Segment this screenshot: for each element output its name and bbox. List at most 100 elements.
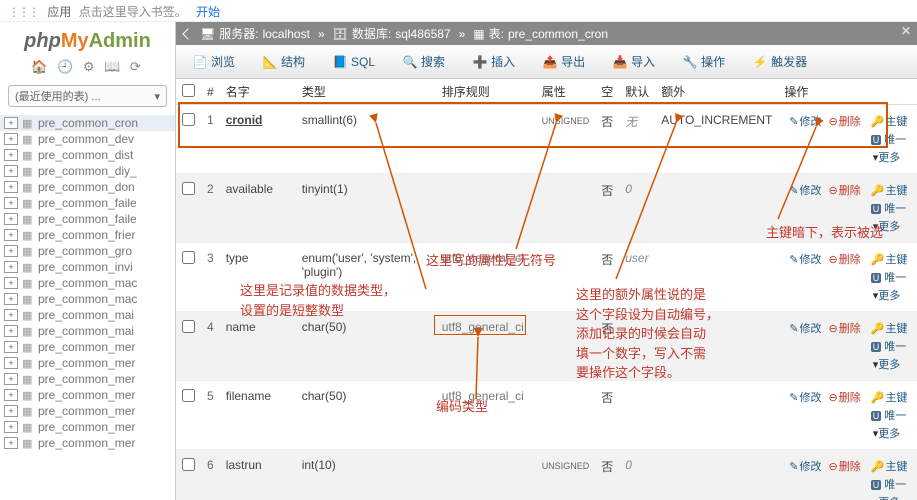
tree-item[interactable]: +▦pre_common_mac	[0, 291, 175, 307]
more-action[interactable]: ▾更多	[871, 428, 901, 440]
col-null[interactable]: 空	[595, 79, 619, 105]
col-extra[interactable]: 额外	[655, 79, 778, 105]
primary-action[interactable]: 🔑主键	[871, 461, 908, 473]
tree-item[interactable]: +▦pre_common_don	[0, 179, 175, 195]
back-icon[interactable]	[182, 28, 193, 39]
tab-搜索[interactable]: 🔍搜索	[392, 49, 456, 74]
primary-action[interactable]: 🔑主键	[871, 116, 908, 128]
row-check[interactable]	[182, 113, 195, 126]
row-check[interactable]	[182, 251, 195, 264]
edit-action[interactable]: ✎修改	[789, 254, 821, 266]
primary-action[interactable]: 🔑主键	[871, 392, 908, 404]
tree-item[interactable]: +▦pre_common_mer	[0, 435, 175, 451]
col-default[interactable]: 默认	[619, 79, 655, 105]
server-name[interactable]: localhost	[263, 27, 310, 41]
unique-action[interactable]: U 唯一	[871, 134, 907, 146]
tree-item[interactable]: +▦pre_common_mer	[0, 387, 175, 403]
more-action[interactable]: ▾更多	[871, 290, 901, 302]
more-action[interactable]: ▾更多	[871, 152, 901, 164]
edit-action[interactable]: ✎修改	[789, 116, 821, 128]
unique-action[interactable]: U 唯一	[871, 479, 907, 491]
expand-icon[interactable]: +	[4, 165, 18, 177]
unique-action[interactable]: U 唯一	[871, 203, 907, 215]
tree-item[interactable]: +▦pre_common_mer	[0, 403, 175, 419]
tree-item[interactable]: +▦pre_common_dev	[0, 131, 175, 147]
unique-action[interactable]: U 唯一	[871, 341, 907, 353]
row-check[interactable]	[182, 389, 195, 402]
col-collation[interactable]: 排序规则	[436, 79, 536, 105]
recent-tables-dropdown[interactable]: (最近使用的表) ... ▾	[8, 85, 167, 107]
expand-icon[interactable]: +	[4, 197, 18, 209]
primary-action[interactable]: 🔑主键	[871, 185, 908, 197]
tree-item[interactable]: +▦pre_common_faile	[0, 195, 175, 211]
tree-item[interactable]: +▦pre_common_cron	[0, 115, 175, 131]
row-check[interactable]	[182, 320, 195, 333]
drop-action[interactable]: ⊖删除	[829, 185, 861, 197]
tab-SQL[interactable]: 📘SQL	[322, 49, 386, 74]
expand-icon[interactable]: +	[4, 389, 18, 401]
edit-action[interactable]: ✎修改	[789, 392, 821, 404]
expand-icon[interactable]: +	[4, 357, 18, 369]
col-type[interactable]: 类型	[296, 79, 436, 105]
tree-item[interactable]: +▦pre_common_dist	[0, 147, 175, 163]
tree-item[interactable]: +▦pre_common_mer	[0, 419, 175, 435]
edit-action[interactable]: ✎修改	[789, 323, 821, 335]
expand-icon[interactable]: +	[4, 405, 18, 417]
expand-icon[interactable]: +	[4, 309, 18, 321]
more-action[interactable]: ▾更多	[871, 221, 901, 233]
tab-插入[interactable]: ➕插入	[462, 49, 526, 74]
tree-item[interactable]: +▦pre_common_mai	[0, 307, 175, 323]
drop-action[interactable]: ⊖删除	[829, 323, 861, 335]
drop-action[interactable]: ⊖删除	[829, 392, 861, 404]
tree-item[interactable]: +▦pre_common_gro	[0, 243, 175, 259]
tab-结构[interactable]: 📐结构	[252, 49, 316, 74]
col-num[interactable]: #	[201, 79, 220, 105]
logo[interactable]: phpMyAdmin	[0, 22, 175, 57]
tree-item[interactable]: +▦pre_common_mer	[0, 371, 175, 387]
expand-icon[interactable]: +	[4, 437, 18, 449]
more-action[interactable]: ▾更多	[871, 359, 901, 371]
drop-action[interactable]: ⊖删除	[829, 116, 861, 128]
tab-操作[interactable]: 🔧操作	[672, 49, 736, 74]
tab-浏览[interactable]: 📄浏览	[182, 49, 246, 74]
tree-item[interactable]: +▦pre_common_mai	[0, 323, 175, 339]
close-icon[interactable]: ✕	[901, 24, 911, 38]
expand-icon[interactable]: +	[4, 421, 18, 433]
tab-导入[interactable]: 📥导入	[602, 49, 666, 74]
quick-icons[interactable]: 🏠 🕘 ⚙ 📖 ⟳	[0, 57, 175, 81]
tree-item[interactable]: +▦pre_common_diy_	[0, 163, 175, 179]
edit-action[interactable]: ✎修改	[789, 185, 821, 197]
expand-icon[interactable]: +	[4, 277, 18, 289]
expand-icon[interactable]: +	[4, 133, 18, 145]
tree-item[interactable]: +▦pre_common_mer	[0, 355, 175, 371]
expand-icon[interactable]: +	[4, 149, 18, 161]
expand-icon[interactable]: +	[4, 213, 18, 225]
db-name[interactable]: sql486587	[395, 27, 450, 41]
expand-icon[interactable]: +	[4, 293, 18, 305]
col-name[interactable]: 名字	[220, 79, 296, 105]
edit-action[interactable]: ✎修改	[789, 461, 821, 473]
expand-icon[interactable]: +	[4, 181, 18, 193]
primary-action[interactable]: 🔑主键	[871, 323, 908, 335]
expand-icon[interactable]: +	[4, 373, 18, 385]
unique-action[interactable]: U 唯一	[871, 272, 907, 284]
check-all[interactable]	[182, 84, 195, 97]
expand-icon[interactable]: +	[4, 245, 18, 257]
row-check[interactable]	[182, 458, 195, 471]
expand-icon[interactable]: +	[4, 325, 18, 337]
tree-item[interactable]: +▦pre_common_frier	[0, 227, 175, 243]
tab-导出[interactable]: 📤导出	[532, 49, 596, 74]
tree-item[interactable]: +▦pre_common_mac	[0, 275, 175, 291]
unique-action[interactable]: U 唯一	[871, 410, 907, 422]
tree-item[interactable]: +▦pre_common_invi	[0, 259, 175, 275]
tab-触发器[interactable]: ⚡触发器	[742, 49, 818, 74]
expand-icon[interactable]: +	[4, 341, 18, 353]
expand-icon[interactable]: +	[4, 229, 18, 241]
col-attr[interactable]: 属性	[536, 79, 596, 105]
tree-item[interactable]: +▦pre_common_mer	[0, 339, 175, 355]
tree-item[interactable]: +▦pre_common_faile	[0, 211, 175, 227]
expand-icon[interactable]: +	[4, 261, 18, 273]
row-check[interactable]	[182, 182, 195, 195]
tbl-name[interactable]: pre_common_cron	[508, 27, 608, 41]
primary-action[interactable]: 🔑主键	[871, 254, 908, 266]
